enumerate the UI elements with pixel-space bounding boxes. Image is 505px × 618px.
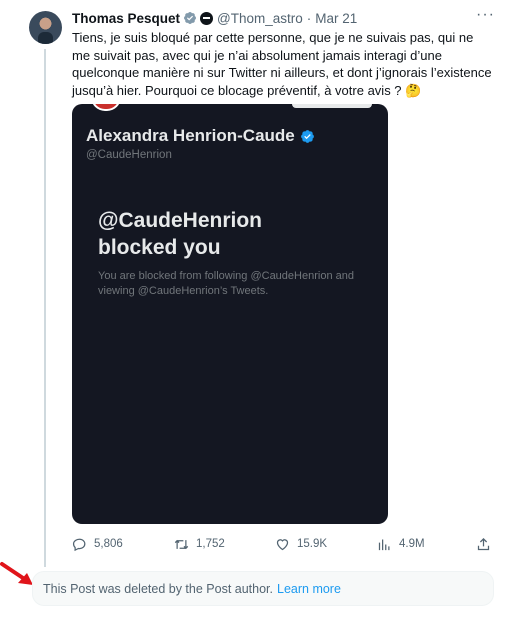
verified-badge-icon: [184, 12, 197, 24]
deleted-post-text: This Post was deleted by the Post author…: [43, 581, 273, 596]
like-count: 15.9K: [297, 538, 328, 550]
share-icon: [477, 537, 490, 550]
blocked-headline-line1: @CaudeHenrion: [98, 209, 262, 232]
media-profile-name: Alexandra Henrion-Caude: [86, 126, 295, 145]
tweet-date[interactable]: Mar 21: [315, 11, 357, 26]
retweet-count: 1,752: [196, 538, 225, 550]
share-button[interactable]: [476, 534, 498, 554]
verified-badge-icon: [300, 129, 314, 143]
views-count: 4.9M: [399, 538, 425, 550]
analytics-icon: [378, 539, 390, 550]
learn-more-link[interactable]: Learn more: [277, 582, 341, 596]
retweet-icon: [174, 539, 189, 549]
author-name[interactable]: Thomas Pesquet: [72, 11, 180, 26]
author-avatar[interactable]: [29, 11, 62, 44]
header-separator: ·: [306, 10, 312, 26]
reply-count: 5,806: [94, 538, 123, 550]
deleted-post-notice: This Post was deleted by the Post author…: [32, 571, 494, 606]
affiliation-badge-icon: [200, 11, 214, 25]
retweet-button[interactable]: 1,752: [174, 534, 225, 554]
reply-button[interactable]: 5,806: [72, 534, 123, 554]
media-profile-handle: @CaudeHenrion: [86, 149, 172, 161]
thread-line: [44, 49, 46, 567]
like-button[interactable]: 15.9K: [275, 534, 327, 554]
more-horizontal-icon[interactable]: ···: [476, 7, 496, 24]
tweet-header: Thomas Pesquet @Thom_astro · Mar 21: [72, 9, 357, 27]
reply-icon: [72, 538, 86, 551]
views-button[interactable]: 4.9M: [377, 534, 425, 554]
media-profile-name-row: Alexandra Henrion-Caude: [86, 126, 315, 146]
cropped-button: [292, 104, 372, 108]
blocked-headline: @CaudeHenrion blocked you: [98, 207, 368, 261]
author-handle[interactable]: @Thom_astro: [217, 11, 303, 26]
heart-icon: [276, 538, 289, 550]
blocked-headline-line2: blocked you: [98, 236, 221, 259]
cropped-avatar: [91, 104, 121, 111]
blocked-subtext: You are blocked from following @CaudeHen…: [98, 270, 354, 297]
tweet-text: Tiens, je suis bloqué par cette personne…: [72, 30, 492, 98]
tweet-actions-bar: 5,806 1,752 15.9K 4.9M: [72, 534, 498, 554]
tweet-media-image[interactable]: Alexandra Henrion-Caude @CaudeHenrion @C…: [72, 104, 388, 524]
